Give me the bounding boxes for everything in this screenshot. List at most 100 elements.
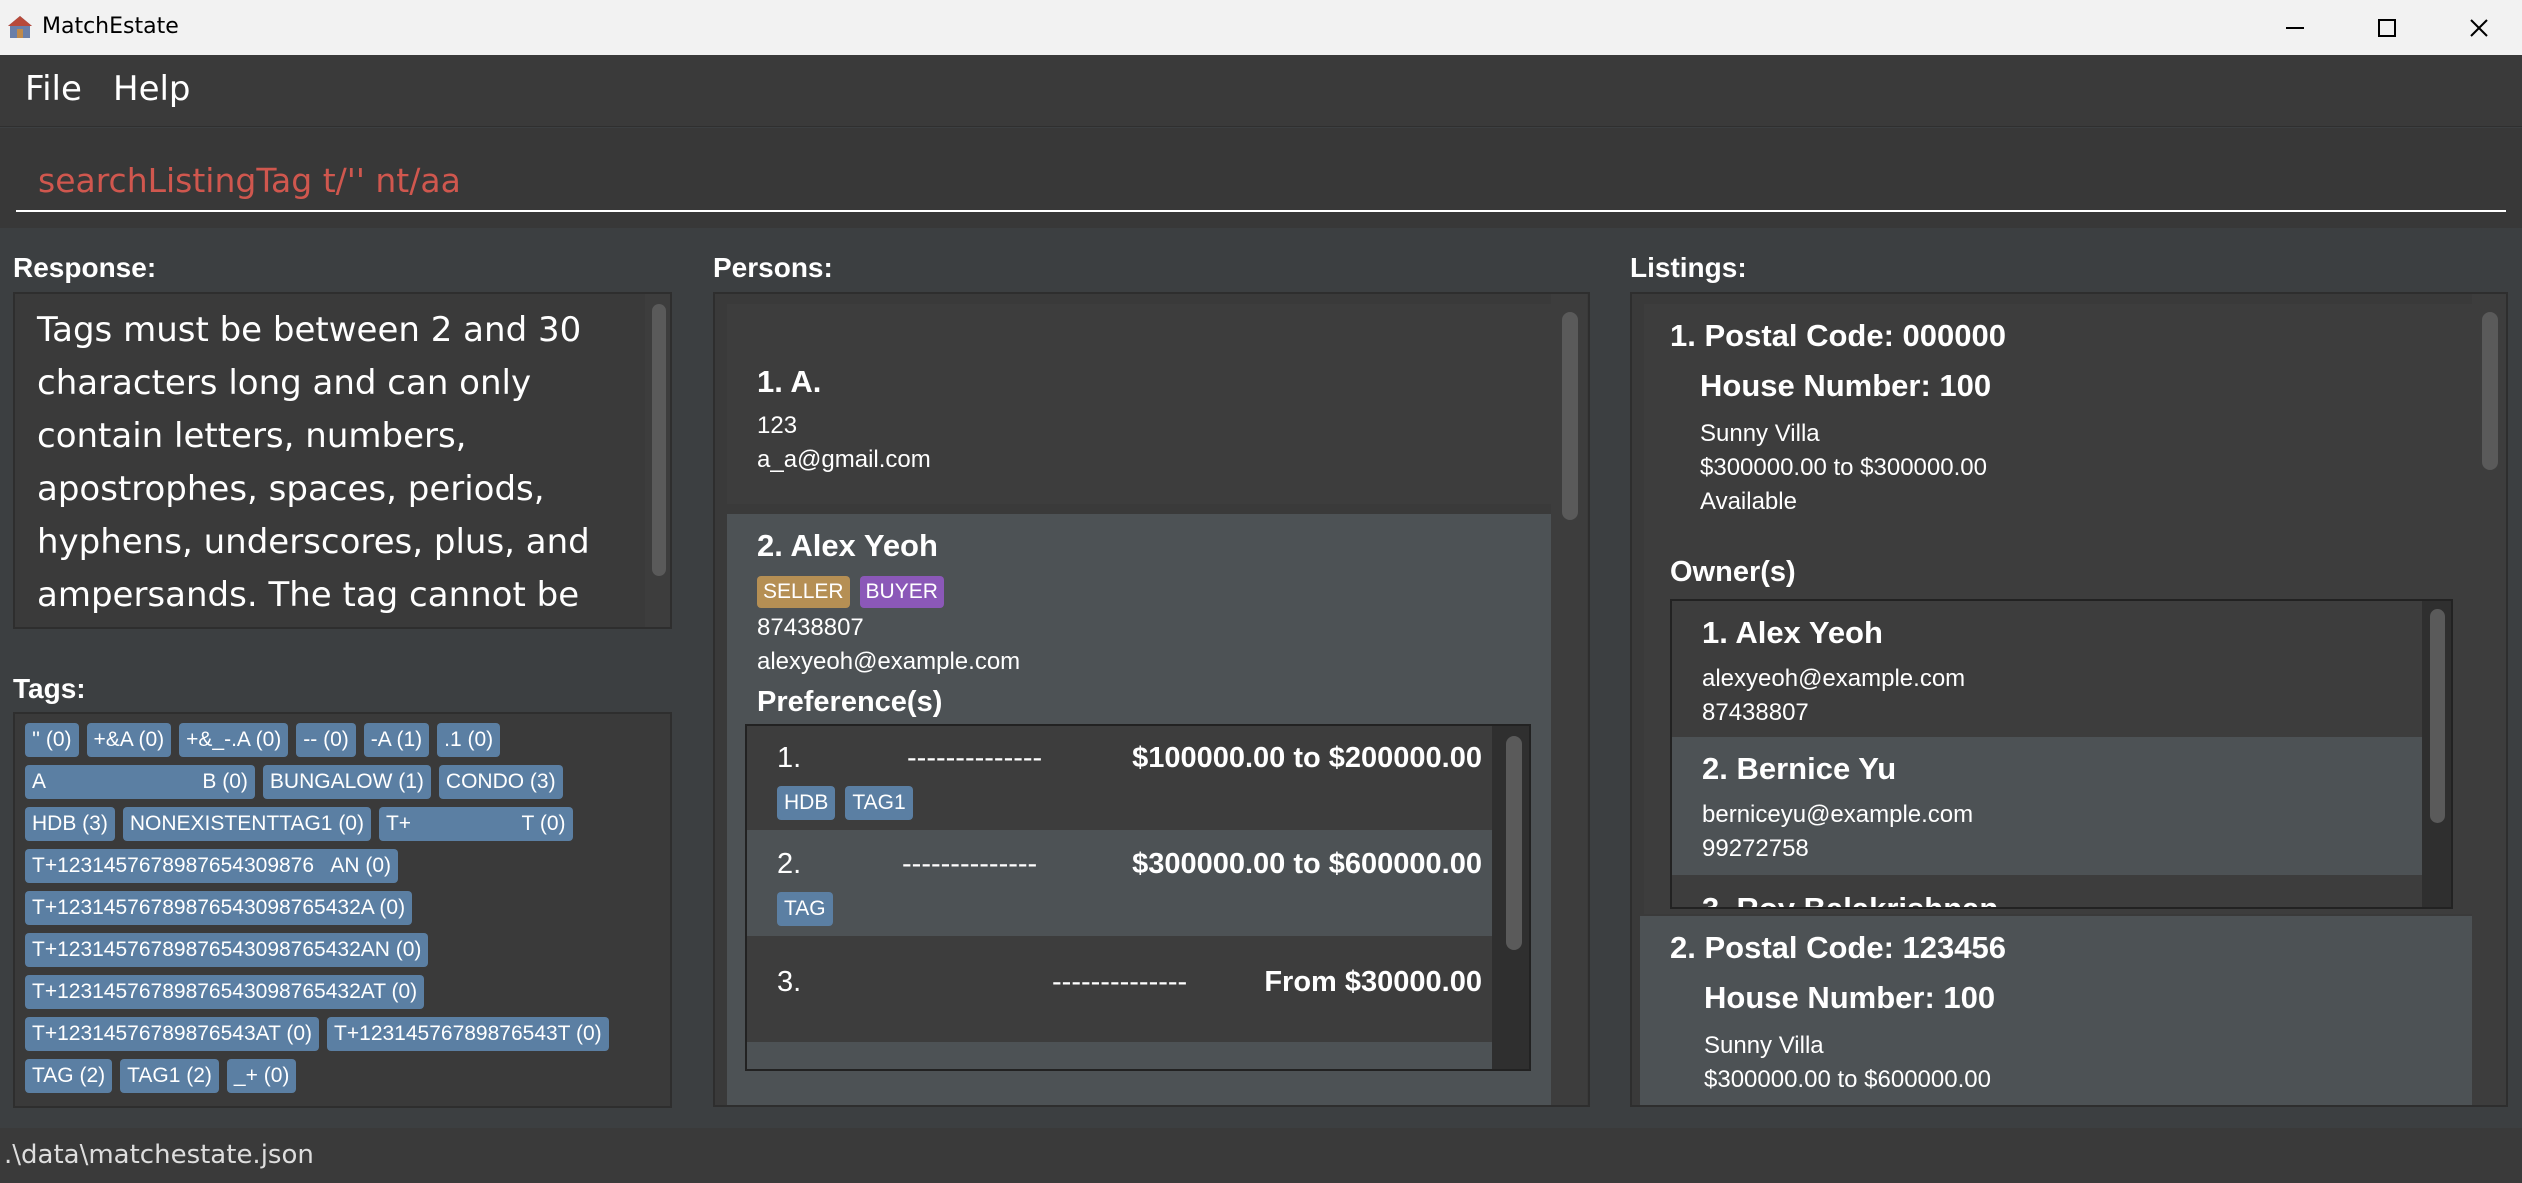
listing-card[interactable]: 1. Postal Code: 000000 House Number: 100…: [1644, 304, 2480, 914]
person-phone: 87438807: [757, 614, 864, 641]
persons-list: 1. A. 123 a_a@gmail.com 2. Alex Yeoh SEL…: [713, 292, 1590, 1107]
person-email: alexyeoh@example.com: [757, 648, 1021, 675]
preference-price-range: $100000.00 to $200000.00: [1132, 742, 1482, 774]
window-titlebar: MatchEstate: [0, 0, 2522, 55]
owners-label: Owner(s): [1670, 556, 1796, 588]
preference-number: 3.: [777, 966, 802, 998]
tags-label: Tags:: [13, 673, 86, 704]
preference-row[interactable]: 2. -------------- $300000.00 to $600000.…: [747, 830, 1492, 936]
owner-row[interactable]: 3. Roy Balakrishnan: [1672, 875, 2422, 907]
preferences-scroll-thumb[interactable]: [1506, 736, 1522, 950]
preference-number: 2.: [777, 848, 802, 880]
listings-list: 1. Postal Code: 000000 House Number: 100…: [1630, 292, 2508, 1107]
owners-scroll-thumb[interactable]: [2430, 609, 2445, 823]
response-label: Response:: [13, 252, 157, 283]
owner-phone: 99272758: [1702, 835, 1809, 862]
tag-chip[interactable]: +&_-.A (0): [179, 723, 289, 757]
preferences-scrollbar[interactable]: [1499, 726, 1529, 1069]
preference-tag: HDB: [777, 786, 836, 820]
tag-chip[interactable]: CONDO (3): [438, 765, 563, 799]
listing-card[interactable]: 2. Postal Code: 123456 House Number: 100…: [1640, 916, 2472, 1105]
maximize-button[interactable]: [2342, 0, 2432, 55]
menu-file[interactable]: File: [25, 69, 82, 109]
tag-chip[interactable]: TAG (2): [25, 1059, 113, 1093]
listing-status: Available: [1700, 488, 1797, 515]
tag-chip[interactable]: '' (0): [25, 723, 79, 757]
persons-label: Persons:: [713, 252, 833, 283]
tag-chip[interactable]: T+12314576789876543098765432A (0): [25, 891, 413, 925]
seller-badge: SELLER: [757, 576, 850, 608]
tag-chip[interactable]: T+12314576789876543098765432AT (0): [25, 975, 425, 1009]
close-button[interactable]: [2434, 0, 2522, 55]
tag-chip[interactable]: BUNGALOW (1): [262, 765, 431, 799]
listing-price: $300000.00 to $300000.00: [1700, 454, 1987, 481]
owner-name: 2. Bernice Yu: [1702, 751, 1897, 786]
person-badges: SELLER BUYER: [757, 576, 954, 608]
owner-row[interactable]: 2. Bernice Yu berniceyu@example.com 9927…: [1672, 737, 2422, 875]
preference-price-range: $300000.00 to $600000.00: [1132, 848, 1482, 880]
preferences-list: 1. -------------- $100000.00 to $200000.…: [745, 724, 1531, 1071]
minimize-button[interactable]: [2250, 0, 2340, 55]
tag-chip[interactable]: _+ (0): [226, 1059, 297, 1093]
owners-list: 1. Alex Yeoh alexyeoh@example.com 874388…: [1670, 599, 2453, 909]
preference-row[interactable]: 3. -------------- From $30000.00: [747, 936, 1492, 1042]
tag-chip[interactable]: T+12314576789876543AT (0): [25, 1017, 320, 1051]
data-file-path: .\data\matchestate.json: [4, 1140, 314, 1170]
preference-dashes: --------------: [1052, 966, 1188, 998]
person-phone: 123: [757, 412, 798, 439]
preference-row[interactable]: [747, 1042, 1492, 1069]
listings-label: Listings:: [1630, 252, 1747, 283]
tag-chip[interactable]: T+1231457678987654309876 AN (0): [25, 849, 399, 883]
person-card[interactable]: 1. A. 123 a_a@gmail.com: [727, 304, 1563, 504]
preference-dashes: --------------: [907, 742, 1043, 774]
tag-chip[interactable]: -A (1): [363, 723, 430, 757]
listings-scroll-thumb[interactable]: [2482, 312, 2498, 470]
response-scroll-thumb[interactable]: [652, 304, 666, 576]
tag-chip[interactable]: T+12314576789876543098765432AN (0): [25, 933, 429, 967]
tag-chip[interactable]: +&A (0): [86, 723, 172, 757]
tag-chip[interactable]: -- (0): [296, 723, 356, 757]
preferences-label: Preference(s): [757, 686, 943, 718]
menu-help[interactable]: Help: [113, 69, 191, 109]
listing-postal-code: 1. Postal Code: 000000: [1670, 318, 2006, 353]
tag-chip[interactable]: HDB (3): [25, 807, 115, 841]
preference-tag: TAG: [777, 892, 833, 926]
persons-scrollbar[interactable]: [1551, 294, 1587, 1105]
command-bar: [0, 128, 2522, 228]
owner-email: alexyeoh@example.com: [1702, 665, 1966, 692]
owners-scrollbar[interactable]: [2424, 601, 2451, 907]
tag-chip[interactable]: .1 (0): [437, 723, 501, 757]
response-text: Tags must be between 2 and 30 characters…: [37, 310, 590, 615]
preference-tags: TAG: [777, 892, 841, 934]
person-card[interactable]: 2. Alex Yeoh SELLER BUYER 87438807 alexye…: [727, 514, 1563, 1105]
preference-number: 1.: [777, 742, 802, 774]
person-name: 1. A.: [757, 364, 822, 399]
response-scrollbar[interactable]: [645, 294, 670, 627]
preference-price-range: From $30000.00: [1264, 966, 1482, 998]
listing-postal-code: 2. Postal Code: 123456: [1670, 930, 2006, 965]
maximize-icon: [2378, 18, 2396, 37]
tags-box: '' (0) +&A (0) +&_-.A (0) -- (0) -A (1) .1 (0…: [13, 712, 672, 1108]
person-name: 2. Alex Yeoh: [757, 528, 938, 563]
listings-scrollbar[interactable]: [2472, 294, 2506, 1105]
tag-chip[interactable]: TAG1 (2): [120, 1059, 219, 1093]
tag-chip[interactable]: A B (0): [25, 765, 255, 799]
preference-dashes: --------------: [902, 848, 1038, 880]
person-email: a_a@gmail.com: [757, 446, 931, 473]
tag-chip[interactable]: T+ T (0): [378, 807, 573, 841]
minimize-icon: [2286, 26, 2304, 29]
tag-chip[interactable]: NONEXISTENTTAG1 (0): [122, 807, 371, 841]
command-input[interactable]: [16, 150, 2506, 212]
owner-name: 1. Alex Yeoh: [1702, 615, 1883, 650]
preference-row[interactable]: 1. -------------- $100000.00 to $200000.…: [747, 726, 1492, 830]
buyer-badge: BUYER: [859, 576, 944, 608]
owner-email: berniceyu@example.com: [1702, 801, 1974, 828]
listing-house-number: House Number: 100: [1704, 980, 1996, 1015]
listing-price: $300000.00 to $600000.00: [1704, 1066, 1991, 1093]
tag-chip[interactable]: T+12314576789876543T (0): [327, 1017, 609, 1051]
preference-tags: HDB TAG1: [777, 786, 921, 828]
menu-bar: File Help: [0, 55, 2522, 127]
house-icon: [8, 16, 32, 38]
owner-row[interactable]: 1. Alex Yeoh alexyeoh@example.com 874388…: [1672, 601, 2422, 737]
persons-scroll-thumb[interactable]: [1562, 312, 1578, 520]
